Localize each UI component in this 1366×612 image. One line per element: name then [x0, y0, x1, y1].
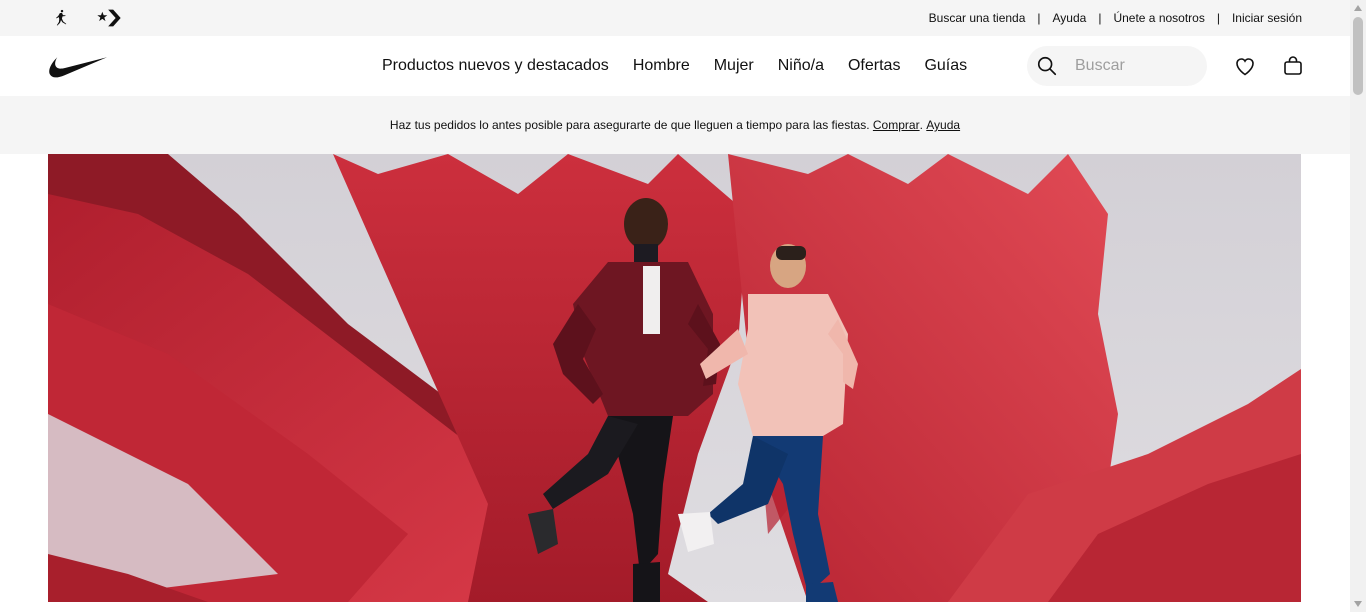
bag-icon [1284, 56, 1302, 75]
search-input[interactable] [1075, 57, 1195, 75]
main-nav: Productos nuevos y destacados Hombre Muj… [0, 36, 1350, 96]
scroll-up-arrow-icon [1354, 5, 1362, 11]
utility-links: Buscar una tienda | Ayuda | Únete a noso… [929, 11, 1302, 25]
converse-star-chevron-icon [97, 9, 121, 27]
nav-item-new-featured[interactable]: Productos nuevos y destacados [370, 57, 621, 75]
promo-banner: Haz tus pedidos lo antes posible para as… [0, 96, 1350, 154]
scroll-thumb[interactable] [1353, 17, 1363, 95]
join-link[interactable]: Únete a nosotros [1113, 11, 1204, 25]
hero-runners-image [48, 154, 1301, 602]
promo-text: Haz tus pedidos lo antes posible para as… [389, 118, 870, 132]
utility-bar: Buscar una tienda | Ayuda | Únete a noso… [0, 0, 1350, 36]
separator: | [1216, 11, 1220, 25]
separator: | [1037, 11, 1041, 25]
jordan-jumpman-icon [56, 9, 67, 26]
hero-banner[interactable] [48, 154, 1301, 602]
promo-dot: . [919, 118, 923, 132]
sign-in-link[interactable]: Iniciar sesión [1232, 11, 1302, 25]
scroll-down-arrow-icon [1354, 601, 1362, 607]
nav-item-women[interactable]: Mujer [702, 57, 766, 75]
nav-item-kids[interactable]: Niño/a [766, 57, 836, 75]
category-menu: Productos nuevos y destacados Hombre Muj… [370, 36, 979, 96]
nike-swoosh-icon [49, 57, 107, 78]
search-button[interactable] [1027, 46, 1067, 86]
heart-icon [1236, 58, 1254, 76]
help-link[interactable]: Ayuda [1053, 11, 1087, 25]
jordan-link[interactable] [48, 7, 74, 29]
brand-links [48, 7, 122, 29]
nav-item-men[interactable]: Hombre [621, 57, 702, 75]
nav-item-sale[interactable]: Ofertas [836, 57, 912, 75]
search-box[interactable] [1027, 46, 1207, 86]
scroll-up-button[interactable] [1350, 0, 1366, 16]
page: Buscar una tienda | Ayuda | Únete a noso… [0, 0, 1366, 612]
nike-logo-link[interactable] [48, 54, 108, 78]
separator: | [1098, 11, 1102, 25]
page-scrollbar[interactable] [1350, 0, 1366, 612]
converse-link[interactable] [96, 7, 122, 29]
favorites-button[interactable] [1233, 54, 1257, 78]
nav-item-guides[interactable]: Guías [912, 57, 979, 75]
find-store-link[interactable]: Buscar una tienda [929, 11, 1026, 25]
promo-shop-link[interactable]: Comprar [873, 118, 920, 132]
bag-button[interactable] [1281, 54, 1305, 78]
scroll-down-button[interactable] [1350, 596, 1366, 612]
search-icon [1037, 56, 1057, 76]
promo-help-link[interactable]: Ayuda [926, 118, 960, 132]
